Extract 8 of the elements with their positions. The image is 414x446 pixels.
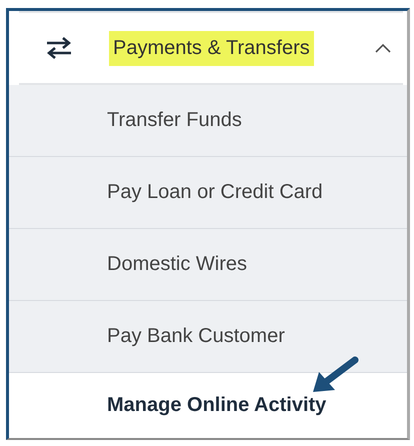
menu-item[interactable]: Pay Loan or Credit Card <box>9 157 407 229</box>
menu-item[interactable]: Domestic Wires <box>9 229 407 301</box>
menu-title: Payments & Transfers <box>109 30 314 66</box>
menu-item[interactable]: Pay Bank Customer <box>9 301 407 373</box>
menu-header[interactable]: Payments & Transfers <box>19 11 403 85</box>
menu-item[interactable]: Transfer Funds <box>9 85 407 157</box>
pointer-arrow <box>311 356 359 394</box>
caret-icon <box>375 43 391 53</box>
